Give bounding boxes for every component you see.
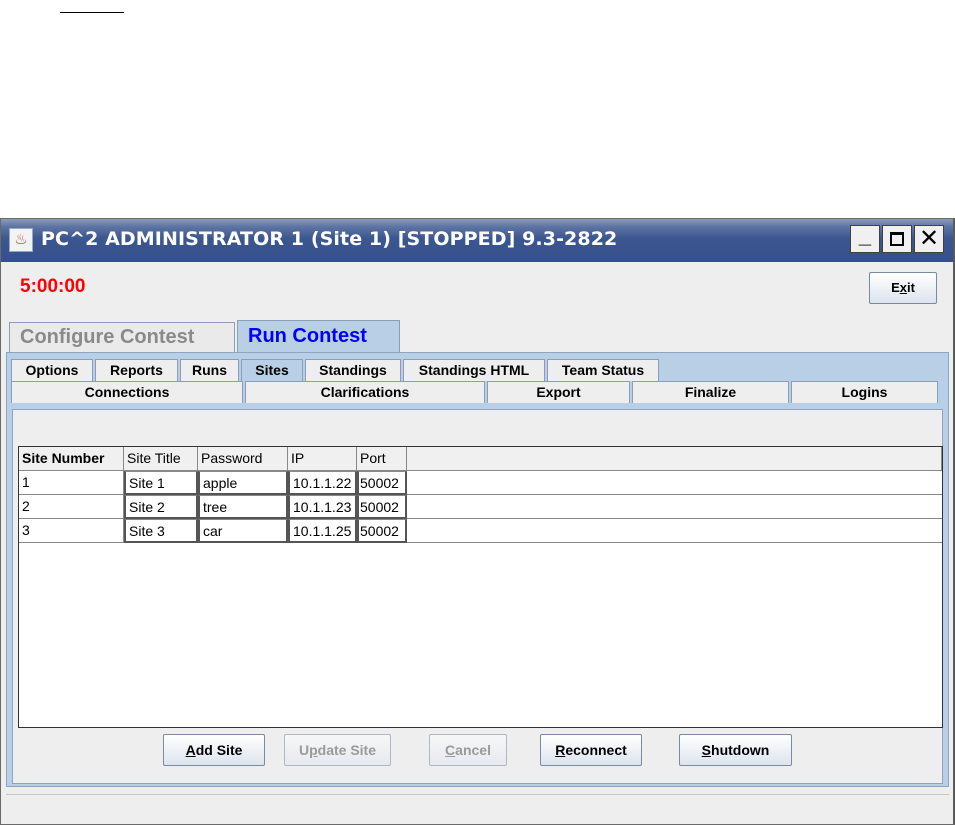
table-cell-port[interactable]: 50002: [357, 495, 407, 519]
table-cell-password[interactable]: apple: [198, 471, 288, 495]
tab-clarifications[interactable]: Clarifications: [245, 381, 485, 403]
sites-pane: Site Number Site Title Password IP Port …: [12, 409, 943, 784]
add-site-button[interactable]: Add Site: [163, 734, 265, 766]
tab-connections[interactable]: Connections: [11, 381, 243, 403]
java-coffee-cup-icon: ♨: [9, 228, 33, 252]
table-cell-port[interactable]: 50002: [357, 471, 407, 495]
table-cell-password[interactable]: tree: [198, 495, 288, 519]
maximize-icon: [890, 232, 904, 246]
table-cell-site-title[interactable]: Site 3: [124, 519, 198, 543]
table-cell-ip[interactable]: 10.1.1.22: [288, 471, 357, 495]
tab-finalize[interactable]: Finalize: [632, 381, 789, 403]
sites-table[interactable]: Site Number Site Title Password IP Port …: [18, 446, 943, 728]
table-cell-site-title[interactable]: Site 2: [124, 495, 198, 519]
table-cell-ip[interactable]: 10.1.1.25: [288, 519, 357, 543]
tab-reports[interactable]: Reports: [95, 359, 178, 381]
status-bar: [6, 794, 949, 823]
title-bar[interactable]: ♨ PC^2 ADMINISTRATOR 1 (Site 1) [STOPPED…: [1, 219, 953, 262]
cancel-button[interactable]: Cancel: [429, 734, 507, 766]
tab-sites[interactable]: Sites: [241, 359, 303, 381]
app-window: ♨ PC^2 ADMINISTRATOR 1 (Site 1) [STOPPED…: [0, 218, 955, 825]
minimize-button[interactable]: _: [850, 225, 880, 253]
table-cell-password[interactable]: car: [198, 519, 288, 543]
column-header-site-number[interactable]: Site Number: [19, 447, 124, 471]
tab-configure-contest[interactable]: Configure Contest: [9, 322, 235, 352]
table-cell-site-number[interactable]: 1: [19, 471, 124, 495]
tab-team-status[interactable]: Team Status: [547, 359, 659, 381]
run-contest-panel: Options Reports Runs Sites Standings Sta…: [6, 352, 949, 787]
table-cell-ip[interactable]: 10.1.1.23: [288, 495, 357, 519]
table-cell-site-number[interactable]: 2: [19, 495, 124, 519]
minimize-icon: _: [858, 223, 872, 248]
table-cell-site-title[interactable]: Site 1: [124, 471, 198, 495]
contest-timer: 5:00:00: [20, 276, 86, 297]
table-cell-port[interactable]: 50002: [357, 519, 407, 543]
table-row-filler: [407, 519, 942, 543]
shutdown-button[interactable]: Shutdown: [679, 734, 792, 766]
tab-options[interactable]: Options: [11, 359, 93, 381]
tab-export[interactable]: Export: [487, 381, 630, 403]
reconnect-button[interactable]: Reconnect: [540, 734, 642, 766]
tab-runs[interactable]: Runs: [180, 359, 239, 381]
window-title: PC^2 ADMINISTRATOR 1 (Site 1) [STOPPED] …: [41, 228, 618, 250]
close-button[interactable]: ✕: [914, 225, 944, 253]
close-icon: ✕: [918, 225, 940, 252]
maximize-button[interactable]: [882, 225, 912, 253]
table-row-filler: [407, 471, 942, 495]
column-header-filler: [407, 447, 942, 471]
tab-run-contest[interactable]: Run Contest: [237, 320, 400, 352]
column-header-password[interactable]: Password: [198, 447, 288, 471]
column-header-ip[interactable]: IP: [288, 447, 357, 471]
top-divider-line: [60, 12, 124, 13]
column-header-port[interactable]: Port: [357, 447, 407, 471]
tab-logins[interactable]: Logins: [791, 381, 938, 403]
column-header-site-title[interactable]: Site Title: [124, 447, 198, 471]
table-row-filler: [407, 495, 942, 519]
tab-standings-html[interactable]: Standings HTML: [403, 359, 545, 381]
update-site-button[interactable]: Update Site: [284, 734, 391, 766]
tab-standings[interactable]: Standings: [305, 359, 401, 381]
table-cell-site-number[interactable]: 3: [19, 519, 124, 543]
exit-button[interactable]: Exit: [869, 272, 937, 304]
